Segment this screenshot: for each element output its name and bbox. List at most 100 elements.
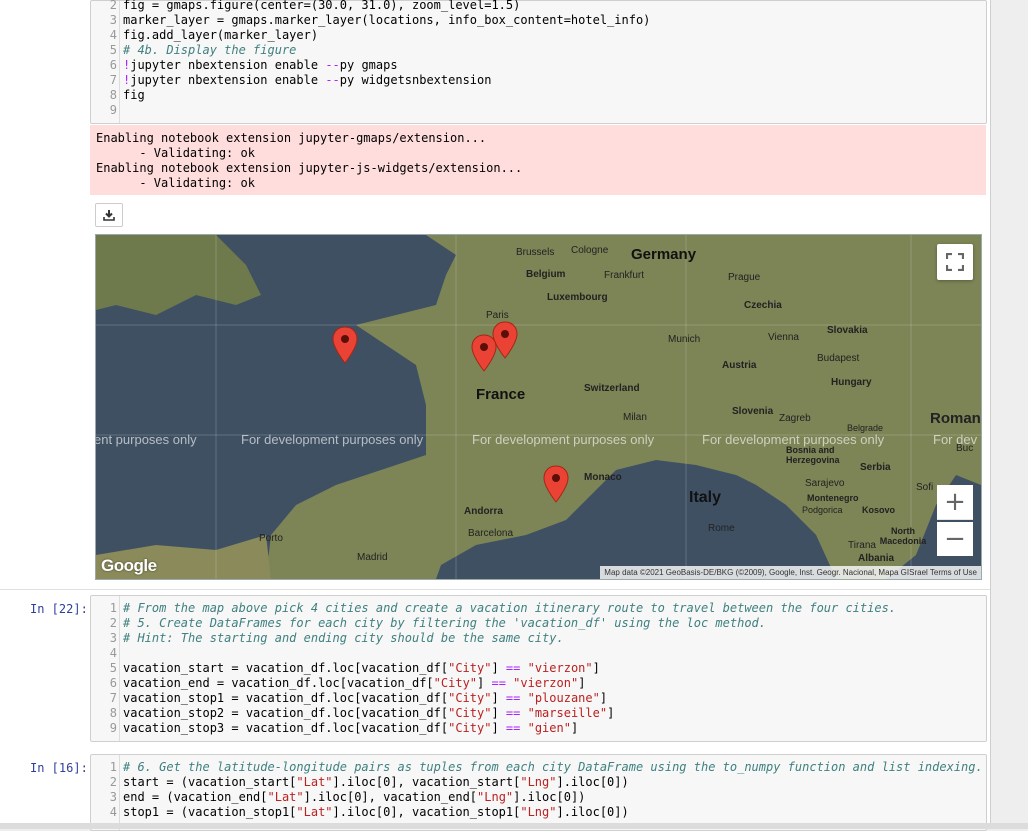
fullscreen-button[interactable] [937, 244, 973, 280]
map-label-paris: Paris [486, 310, 509, 321]
map-label-frankfurt: Frankfurt [604, 270, 645, 281]
line-number: 2 [109, 0, 117, 12]
gmaps-map[interactable]: Brussels Belgium Cologne Germany Frankfu… [95, 234, 982, 580]
map-label-budapest: Budapest [817, 353, 860, 364]
line-number: 3 [109, 13, 117, 27]
code-line: # 6. Get the latitude-longitude pairs as… [123, 760, 983, 774]
line-number: 4 [109, 805, 117, 819]
code-line: fig.add_layer(marker_layer) [123, 28, 319, 42]
download-icon [103, 210, 115, 221]
map-label-sarajevo: Sarajevo [805, 478, 845, 489]
map-label-sofia: Sofi [916, 482, 934, 493]
map-label-belgium: Belgium [526, 269, 566, 280]
line-number: 7 [109, 73, 117, 87]
map-label-zagreb: Zagreb [779, 413, 811, 424]
map-label-tirana: Tirana [848, 540, 876, 551]
code-cell-22[interactable]: 1 # From the map above pick 4 cities and … [90, 595, 987, 742]
map-label-vienna: Vienna [768, 332, 799, 343]
code-line: vacation_start = vacation_df.loc[vacatio… [123, 661, 600, 675]
line-number: 5 [109, 43, 117, 57]
map-terrain [96, 235, 981, 579]
map-label-podgorica: Podgorica [802, 505, 843, 515]
map-label-slovakia: Slovakia [827, 325, 868, 336]
code-line: # Hint: The starting and ending city sho… [123, 631, 564, 645]
map-label-romania: Roman [930, 410, 981, 427]
cell-22-prompt: In [22]: [30, 602, 88, 616]
dev-watermark-5: For dev [933, 432, 978, 447]
map-label-cologne: Cologne [571, 245, 609, 256]
map-label-serbia: Serbia [860, 462, 891, 473]
line-number: 8 [109, 706, 117, 720]
map-label-italy: Italy [689, 489, 722, 506]
stderr-line: Enabling notebook extension jupyter-gmap… [96, 131, 487, 145]
map-label-slovenia: Slovenia [732, 406, 774, 417]
notebook-page: 2 fig = gmaps.figure(center=(30.0, 31.0),… [0, 0, 991, 831]
map-label-madrid: Madrid [357, 552, 388, 563]
download-button[interactable] [95, 203, 123, 227]
map-label-luxembourg: Luxembourg [547, 292, 608, 303]
zoom-out-button[interactable]: − [937, 522, 973, 556]
map-marker-vierzon[interactable] [471, 334, 497, 372]
code-line: # From the map above pick 4 cities and c… [123, 601, 897, 615]
map-label-monaco: Monaco [584, 472, 622, 483]
map-label-czechia: Czechia [744, 300, 782, 311]
map-label-kosovo: Kosovo [862, 505, 896, 515]
map-label-brussels: Brussels [516, 247, 555, 258]
code-line: # 4b. Display the figure [123, 43, 297, 57]
map-label-france: France [476, 386, 526, 403]
stderr-output: Enabling notebook extension jupyter-gmap… [90, 125, 986, 195]
line-number: 7 [109, 691, 117, 705]
line-number: 9 [109, 721, 117, 735]
dev-watermark-3: For development purposes only [472, 432, 655, 447]
line-number: 2 [109, 616, 117, 630]
line-number: 4 [109, 646, 117, 660]
map-label-rome: Rome [708, 523, 735, 534]
cell-divider [0, 589, 990, 590]
map-label-porto: Porto [259, 533, 283, 544]
line-number: 5 [109, 661, 117, 675]
code-line: vacation_stop3 = vacation_df.loc[vacatio… [123, 721, 579, 735]
code-line: fig = gmaps.figure(center=(30.0, 31.0), … [123, 0, 521, 12]
map-attribution[interactable]: Map data ©2021 GeoBasis-DE/BKG (©2009), … [600, 566, 981, 579]
map-label-montenegro: Montenegro [807, 493, 859, 503]
stderr-line: - Validating: ok [96, 176, 255, 190]
code-line: marker_layer = gmaps.marker_layer(locati… [123, 13, 651, 27]
map-label-switzerland: Switzerland [584, 383, 640, 394]
map-label-bosnia: Bosnia and Herzegovina [786, 445, 840, 465]
zoom-in-button[interactable]: + [937, 485, 973, 520]
code-line: vacation_end = vacation_df.loc[vacation_… [123, 676, 586, 690]
code-line: start = (vacation_start["Lat"].iloc[0], … [123, 775, 629, 789]
map-label-andorra: Andorra [464, 506, 503, 517]
line-number: 3 [109, 790, 117, 804]
map-label-milan: Milan [623, 412, 647, 423]
line-number: 2 [109, 775, 117, 789]
map-label-prague: Prague [728, 272, 761, 283]
stderr-line: Enabling notebook extension jupyter-js-w… [96, 161, 523, 175]
horizontal-scrollbar[interactable] [0, 823, 1028, 829]
map-label-hungary: Hungary [831, 377, 872, 388]
map-label-albania: Albania [858, 553, 895, 564]
code-cell-16[interactable]: 1 # 6. Get the latitude-longitude pairs a… [90, 754, 987, 831]
line-number: 3 [109, 631, 117, 645]
code-line: # 5. Create DataFrames for each city by … [123, 616, 766, 630]
fullscreen-icon [946, 253, 964, 271]
dev-watermark-4: For development purposes only [702, 432, 885, 447]
code-line: end = (vacation_end["Lat"].iloc[0], vaca… [123, 790, 586, 804]
code-line: fig [123, 88, 145, 102]
line-number: 6 [109, 676, 117, 690]
line-number: 1 [109, 601, 117, 615]
code-line: vacation_stop2 = vacation_df.loc[vacatio… [123, 706, 615, 720]
line-number: 9 [109, 103, 117, 117]
code-line: vacation_stop1 = vacation_df.loc[vacatio… [123, 691, 608, 705]
code-cell-map[interactable]: 2 fig = gmaps.figure(center=(30.0, 31.0),… [90, 0, 987, 124]
cell-16-prompt: In [16]: [30, 761, 88, 775]
google-logo[interactable]: Google [101, 556, 157, 576]
map-label-barcelona: Barcelona [468, 528, 514, 539]
map-marker-plouzane[interactable] [332, 326, 358, 364]
map-label-munich: Munich [668, 334, 701, 345]
map-marker-marseille[interactable] [543, 465, 569, 503]
line-number: 6 [109, 58, 117, 72]
code-line: stop1 = (vacation_stop1["Lat"].iloc[0], … [123, 805, 629, 819]
map-label-germany: Germany [631, 246, 697, 263]
map-label-austria: Austria [722, 360, 757, 371]
